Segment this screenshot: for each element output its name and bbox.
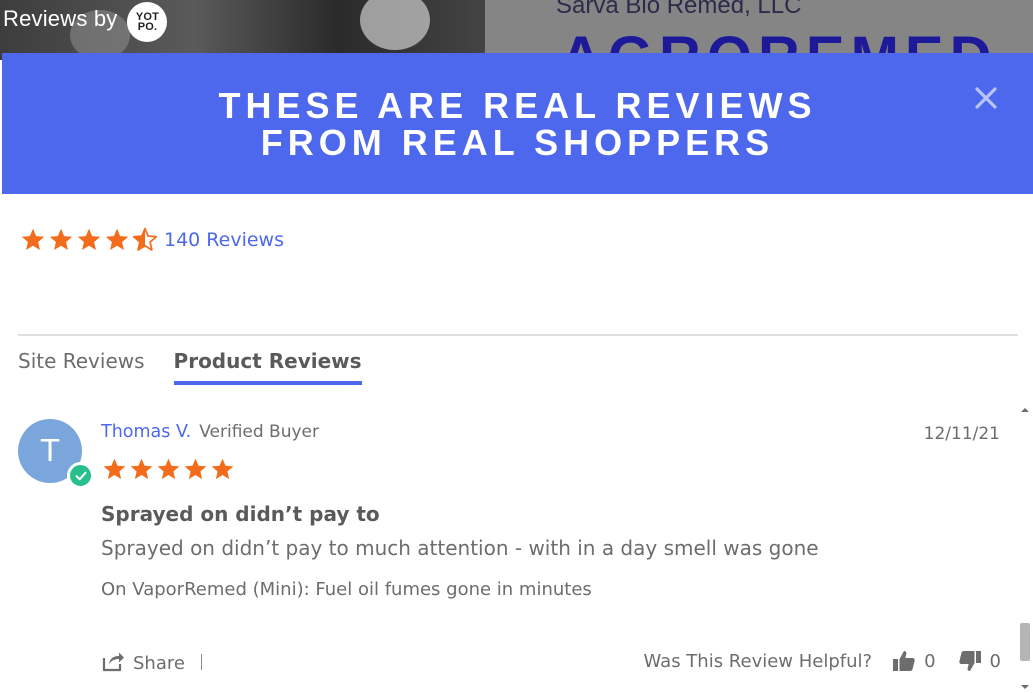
company-name: Sarva Bio Remed, LLC [556,0,802,19]
star-full-icon [103,458,126,480]
review-title: Sprayed on didn’t pay to [101,502,380,526]
background-page: Reviews by YOT PO. Sarva Bio Remed, LLC … [0,0,1033,60]
tab-site-reviews[interactable]: Site Reviews [18,349,145,385]
helpful-section: Was This Review Helpful? 0 0 [644,649,1001,673]
review-body: Sprayed on didn’t pay to much attention … [101,536,819,560]
reviewer-line: Thomas V. Verified Buyer [101,422,319,442]
share-button[interactable]: Share [101,649,185,678]
thumbs-up-icon [893,651,915,671]
review-date: 12/11/21 [923,424,1000,444]
helpful-label: Was This Review Helpful? [643,650,873,672]
review-footer: Share Was This Review Helpful? 0 0 [101,649,1003,679]
thumbs-up-button[interactable]: 0 [892,649,936,673]
scroll-down-arrow-icon[interactable] [1019,682,1031,692]
share-icon [101,649,125,678]
star-full-icon [157,458,180,480]
star-full-icon [77,228,101,250]
yotpo-logo: YOT PO. [127,2,168,42]
summary-stars [20,227,158,253]
close-button[interactable] [971,83,1001,113]
review-item: T Thomas V. Verified Buyer 12/11/21 Spra… [18,419,1003,693]
star-full-icon [184,458,207,480]
modal-title: THESE ARE REAL REVIEWS FROM REAL SHOPPER… [218,84,817,163]
modal-header: THESE ARE REAL REVIEWS FROM REAL SHOPPER… [2,53,1033,194]
star-full-icon [21,228,45,250]
verified-buyer-label: Verified Buyer [199,422,320,442]
reviews-by-text: Reviews by [3,6,118,31]
reviews-modal: THESE ARE REAL REVIEWS FROM REAL SHOPPER… [2,53,1033,693]
star-full-icon [105,228,129,250]
reviewer-name: Thomas V. [101,422,192,442]
star-full-icon [130,458,153,480]
review-stars [102,457,235,482]
scrollbar-thumb[interactable] [1020,623,1030,661]
share-label: Share [133,653,185,674]
close-icon [975,87,997,109]
divider [18,334,1018,336]
scroll-up-arrow-icon[interactable] [1019,405,1031,415]
thumbs-down-icon [958,651,981,671]
star-full-icon [49,228,73,250]
rating-summary: 140 Reviews [20,227,284,253]
verified-check-icon [67,462,94,489]
star-half-icon [132,227,158,251]
tab-product-reviews[interactable]: Product Reviews [173,349,362,385]
thumbs-up-count: 0 [924,650,936,672]
star-full-icon [211,458,234,480]
thumbs-down-button[interactable]: 0 [958,649,1001,673]
review-product: On VaporRemed (Mini): Fuel oil fumes gon… [101,579,592,600]
review-count-link[interactable]: 140 Reviews [164,229,284,251]
thumbs-down-count: 0 [989,650,1001,672]
avatar-wrap: T [18,419,94,489]
share-separator [201,654,202,670]
reviews-by-badge[interactable]: Reviews by YOT PO. [3,0,168,42]
review-tabs: Site Reviews Product Reviews [18,349,362,385]
